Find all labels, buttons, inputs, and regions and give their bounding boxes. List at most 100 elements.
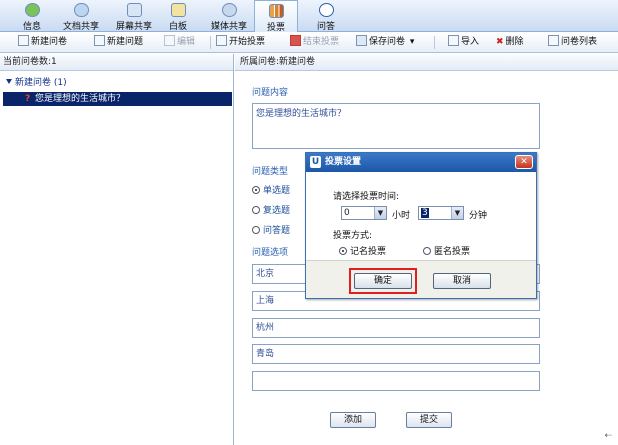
new-survey-button[interactable]: 新建问卷: [18, 35, 67, 50]
radio-named-vote[interactable]: 记名投票: [339, 244, 386, 257]
new-question-button[interactable]: 新建问题: [94, 35, 143, 50]
delete-x-icon: ✖: [496, 37, 504, 47]
cloud-icon: [73, 3, 89, 17]
nav-item-label: 问答: [316, 22, 335, 32]
minutes-value: 3: [421, 208, 429, 218]
radio-label: 记名投票: [350, 247, 387, 257]
tree-item-label: 您是理想的生活城市？: [35, 94, 126, 104]
tree-item-question[interactable]: ? 您是理想的生活城市？: [3, 92, 232, 106]
resize-arrow-icon: ⇠: [604, 431, 612, 441]
hours-select[interactable]: 0 ▼: [341, 206, 387, 220]
import-icon: [448, 35, 459, 46]
new-survey-label: 新建问卷: [31, 37, 68, 47]
radio-dot[interactable]: [252, 226, 260, 234]
play-icon: [216, 35, 227, 46]
start-vote-button[interactable]: 开始投票: [216, 35, 265, 50]
app-logo-icon: U: [310, 156, 321, 168]
radio-dot[interactable]: [252, 186, 260, 194]
radio-label: 匿名投票: [434, 247, 471, 257]
delete-button[interactable]: ✖ 删除: [496, 35, 524, 50]
radio-dot[interactable]: [423, 247, 431, 255]
radio-open-question[interactable]: 问答题: [252, 223, 290, 236]
toolbar-divider: [434, 36, 435, 49]
nav-item-doc-share[interactable]: 文档共享: [52, 0, 110, 32]
chevron-down-icon: ▾: [409, 37, 415, 47]
import-label: 导入: [461, 37, 480, 47]
list-icon: [548, 35, 559, 46]
expand-triangle-icon[interactable]: [6, 79, 12, 84]
survey-list-button[interactable]: 问卷列表: [548, 35, 597, 50]
submit-button[interactable]: 提交: [406, 412, 452, 428]
radio-dot[interactable]: [339, 247, 347, 255]
nav-item-info[interactable]: 信息: [8, 0, 56, 32]
nav-item-label: 媒体共享: [210, 22, 247, 32]
dialog-footer: 确定 取消: [306, 260, 536, 298]
new-question-icon: [94, 35, 105, 46]
end-vote-button[interactable]: 结束投票: [290, 35, 339, 50]
add-button[interactable]: 添加: [330, 412, 376, 428]
nav-item-vote[interactable]: 投票: [254, 0, 298, 33]
option-input[interactable]: 杭州: [252, 318, 540, 338]
vote-chart-icon: [268, 4, 284, 18]
delete-label: 删除: [505, 37, 524, 47]
toolbar: 新建问卷 新建问题 编辑 开始投票 结束投票 保存问卷 ▾ 导入 ✖ 删除 问卷列…: [0, 32, 618, 53]
edit-icon: [164, 35, 175, 46]
option-input[interactable]: 青岛: [252, 344, 540, 364]
whiteboard-icon: [170, 3, 186, 17]
top-nav: 信息 文档共享 屏幕共享 白板 媒体共享 投票 问答: [0, 0, 618, 33]
option-input[interactable]: [252, 371, 540, 391]
tree-item-survey[interactable]: 新建问卷 (1): [6, 75, 67, 88]
start-vote-label: 开始投票: [229, 37, 266, 47]
save-survey-label: 保存问卷: [369, 37, 406, 47]
radio-single-choice[interactable]: 单选题: [252, 183, 290, 196]
chevron-down-icon[interactable]: ▼: [451, 207, 463, 219]
survey-tree-pane: 当前问卷数:1 新建问卷 (1) ? 您是理想的生活城市？: [0, 54, 234, 445]
edit-label: 编辑: [177, 37, 196, 47]
dialog-title: 投票设置: [325, 157, 362, 167]
radio-label: 单选题: [263, 186, 291, 196]
dialog-titlebar[interactable]: U 投票设置 ✕: [306, 153, 536, 172]
radio-multiple-choice[interactable]: 复选题: [252, 203, 290, 216]
nav-item-label: 文档共享: [62, 22, 99, 32]
minutes-unit: 分钟: [469, 211, 488, 221]
survey-list-label: 问卷列表: [561, 37, 598, 47]
close-icon[interactable]: ✕: [515, 155, 533, 169]
save-icon: [356, 35, 367, 46]
import-button[interactable]: 导入: [448, 35, 479, 50]
dialog-body: 请选择投票时间: 0 ▼ 小时 3 ▼ 分钟 投票方式: 记名投票 匿名投票: [306, 172, 536, 260]
nav-item-media-share[interactable]: 媒体共享: [200, 0, 258, 32]
toolbar-divider: [210, 36, 211, 49]
radio-label: 复选题: [263, 206, 291, 216]
media-icon: [221, 3, 237, 17]
edit-button[interactable]: 编辑: [164, 35, 195, 50]
nav-item-label: 信息: [22, 22, 41, 32]
new-survey-icon: [18, 35, 29, 46]
time-prompt: 请选择投票时间:: [333, 192, 400, 202]
save-survey-button[interactable]: 保存问卷 ▾: [356, 35, 414, 50]
options-section-label: 问题选项: [252, 248, 289, 258]
radio-label: 问答题: [263, 226, 291, 236]
chevron-down-icon[interactable]: ▼: [374, 207, 386, 219]
question-icon: [318, 3, 334, 17]
minutes-select[interactable]: 3 ▼: [418, 206, 464, 220]
nav-item-whiteboard[interactable]: 白板: [154, 0, 202, 32]
radio-dot[interactable]: [252, 206, 260, 214]
ok-button[interactable]: 确定: [354, 273, 412, 289]
stop-icon: [290, 35, 301, 46]
parent-survey-label: 所属问卷:新建问卷: [235, 54, 618, 71]
vote-settings-dialog: U 投票设置 ✕ 请选择投票时间: 0 ▼ 小时 3 ▼ 分钟 投票方式: 记名…: [305, 152, 537, 299]
cancel-button[interactable]: 取消: [433, 273, 491, 289]
nav-item-qa[interactable]: 问答: [302, 0, 350, 32]
question-content-input[interactable]: 您是理想的生活城市？: [252, 103, 540, 149]
new-question-label: 新建问题: [107, 37, 144, 47]
question-mark-icon: ?: [25, 94, 31, 104]
survey-count: 当前问卷数:1: [0, 54, 233, 71]
info-icon: [24, 3, 40, 17]
end-vote-label: 结束投票: [303, 37, 340, 47]
hours-unit: 小时: [392, 211, 411, 221]
hours-value: 0: [344, 208, 350, 218]
type-section-label: 问题类型: [252, 167, 289, 177]
radio-anonymous-vote[interactable]: 匿名投票: [423, 244, 470, 257]
monitor-icon: [126, 3, 142, 17]
tree-item-label: 新建问卷 (1): [15, 78, 67, 88]
